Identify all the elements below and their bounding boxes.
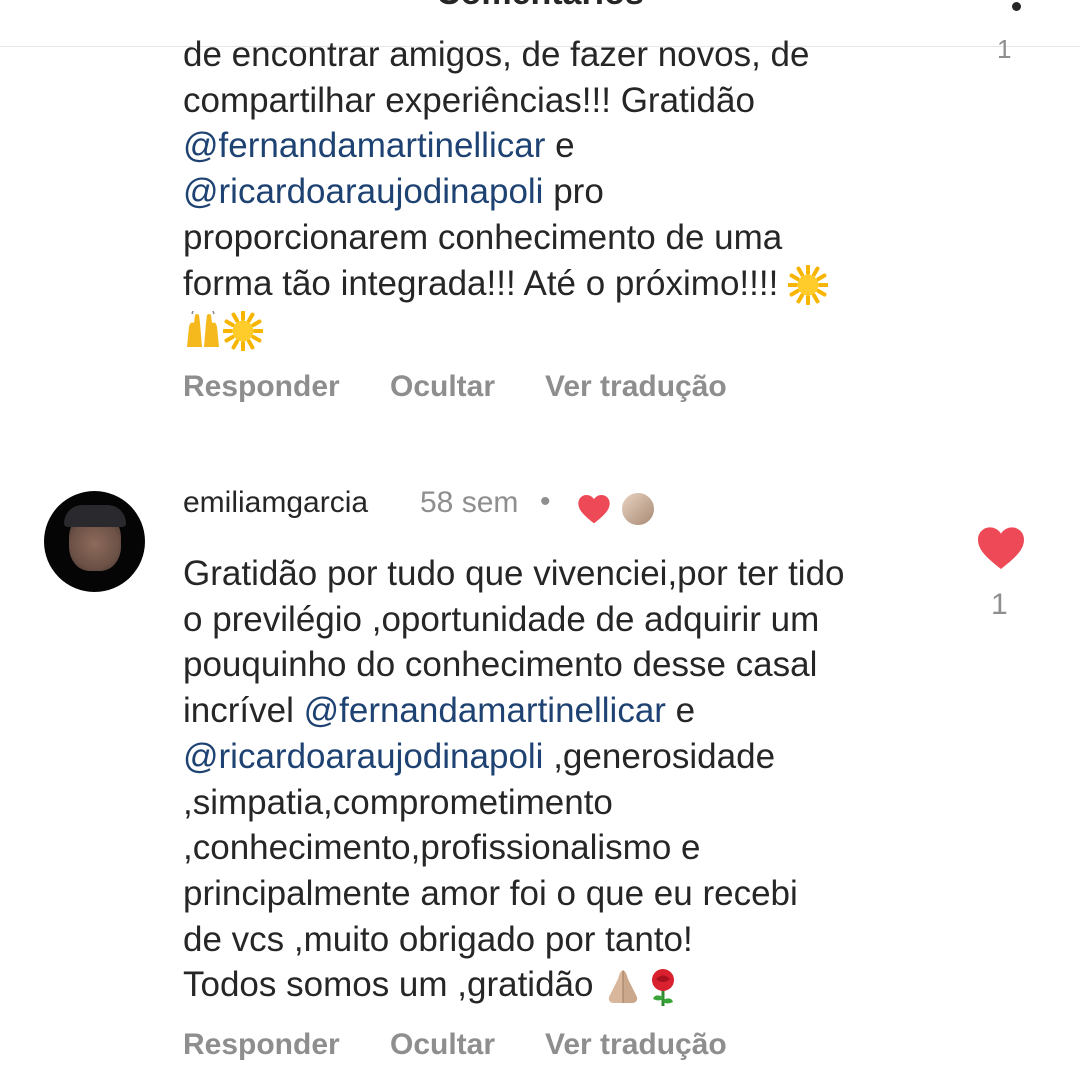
sun-emoji [223, 310, 263, 351]
comment-text-segment: Gratidão por tudo que vivenciei,por ter … [183, 554, 845, 593]
creator-liked-heart-icon [578, 494, 610, 524]
mention-link[interactable]: @ricardoaraujodinapoli [183, 172, 543, 211]
comment-username[interactable]: emiliamgarcia [183, 486, 368, 520]
comment-text-segment: pro [543, 172, 604, 212]
see-translation-button[interactable]: Ver tradução [545, 1028, 727, 1062]
rose-emoji [652, 969, 675, 1007]
like-heart-icon[interactable] [977, 526, 1025, 570]
reply-button[interactable]: Responder [183, 370, 340, 404]
comment-line: proporcionarem conhecimento de uma [183, 215, 963, 261]
folded-hands-emoji [609, 970, 638, 1004]
hide-button[interactable]: Ocultar [390, 370, 495, 404]
mention-link[interactable]: @ricardoaraujodinapoli [183, 737, 543, 776]
comment-text-segment: pouquinho do conhecimento desse casal [183, 645, 818, 685]
more-options-icon[interactable] [1012, 0, 1022, 40]
comment-text-segment: incrível [183, 691, 304, 731]
page-title: Comentários [0, 0, 1080, 13]
comment-text-segment: ,conhecimento,profissionalismo e [183, 828, 701, 868]
comment-line: @ricardoaraujodinapoli pro [183, 169, 963, 215]
comment-text-segment: o previlégio ,oportunidade de adquirir u… [183, 599, 820, 639]
sun-emoji [788, 265, 829, 306]
comment-like-count: 1 [991, 588, 1008, 621]
comment-line: Gratidão por tudo que vivenciei,por ter … [183, 551, 963, 597]
comment-line: de vcs ,muito obrigado por tanto! [183, 917, 963, 963]
comment-text-segment: de vcs ,muito obrigado por tanto! [183, 919, 693, 959]
comment-like-count: 1 [997, 34, 1012, 64]
comment-text-segment: proporcionarem conhecimento de uma [183, 217, 783, 257]
comment-line: @ricardoaraujodinapoli ,generosidade [183, 734, 963, 780]
comment-line: forma tão integrada!!! Até o próximo!!!! [183, 261, 963, 307]
comment-text-segment: e [665, 691, 696, 731]
comment-line: incrível @fernandamartinellicar e [183, 688, 963, 734]
comment-line [183, 306, 963, 352]
hide-button[interactable]: Ocultar [390, 1028, 495, 1062]
mention-link[interactable]: @fernandamartinellicar [304, 691, 666, 730]
comment-line: principalmente amor foi o que eu recebi [183, 871, 963, 917]
comment-text: Gratidão por tudo que vivenciei,por ter … [183, 551, 963, 1008]
comment-text-segment: principalmente amor foi o que eu recebi [183, 873, 798, 913]
comment-text-segment: de encontrar amigos, de fazer novos, de [183, 35, 810, 74]
comment-line: @fernandamartinellicar e [183, 123, 963, 169]
comment-line: ,conhecimento,profissionalismo e [183, 825, 963, 871]
comment-line: o previlégio ,oportunidade de adquirir u… [183, 597, 963, 643]
comment-line: ,simpatia,comprometimento [183, 780, 963, 826]
meta-separator: • [540, 485, 551, 518]
raising-hands-emoji [187, 310, 219, 347]
comment-line: compartilhar experiências!!! Gratidão [183, 78, 963, 124]
comment-line: pouquinho do conhecimento desse casal [183, 642, 963, 688]
comment-line: Todos somos um ,gratidão [183, 962, 963, 1008]
comment-text-segment: ,simpatia,comprometimento [183, 782, 613, 822]
comments-screen: Comentários 1 de encontrar amigos, de fa… [0, 0, 1080, 1080]
comment-timestamp: 58 sem [420, 486, 519, 519]
comment-text-segment: forma tão integrada!!! Até o próximo!!!! [183, 263, 789, 303]
comment-text-segment: compartilhar experiências!!! Gratidão [183, 80, 755, 120]
mention-link[interactable]: @fernandamartinellicar [183, 126, 545, 165]
reply-button[interactable]: Responder [183, 1028, 340, 1062]
comment-line: de encontrar amigos, de fazer novos, de [183, 32, 963, 78]
avatar[interactable] [44, 491, 145, 592]
comment-text-segment: ,generosidade [543, 736, 776, 776]
comment-text: de encontrar amigos, de fazer novos, de c… [183, 32, 963, 352]
comment-text-segment: e [545, 126, 575, 166]
liker-avatar [620, 491, 656, 527]
see-translation-button[interactable]: Ver tradução [545, 370, 727, 404]
comment-text-segment: Todos somos um ,gratidão [183, 965, 604, 1005]
